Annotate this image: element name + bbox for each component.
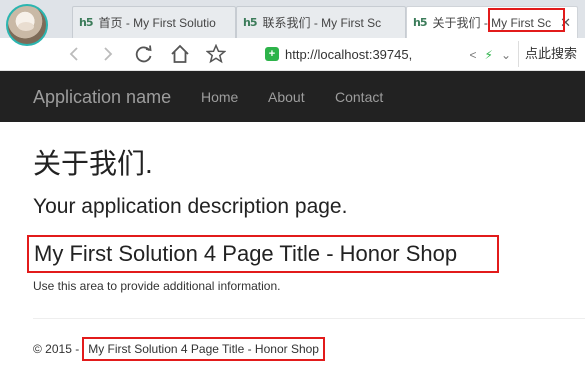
footer-title: My First Solution 4 Page Title - Honor S… xyxy=(82,337,325,361)
page-favicon-icon: h5 xyxy=(79,16,93,29)
tab-label: 首页 - My First Solutio xyxy=(98,16,216,30)
nav-link-home[interactable]: Home xyxy=(201,89,238,105)
tab-contact[interactable]: h5 联系我们 - My First Sc xyxy=(236,6,406,38)
tab-home[interactable]: h5 首页 - My First Solutio xyxy=(72,6,236,38)
browser-tabstrip: h5 首页 - My First Solutio h5 联系我们 - My Fi… xyxy=(0,0,585,46)
address-url: http://localhost:39745, xyxy=(285,46,413,62)
home-icon[interactable] xyxy=(168,42,192,66)
nav-link-about[interactable]: About xyxy=(268,89,305,105)
browser-toolbar: + http://localhost:39745, < ⚡ ⌄ 点此搜索 xyxy=(0,38,585,71)
footer-divider xyxy=(33,318,585,319)
solution-title: My First Solution 4 Page Title - Honor S… xyxy=(27,235,499,273)
site-navbar: Application name Home About Contact xyxy=(0,71,585,122)
solution-title-text: My First Solution 4 Page Title - Honor S… xyxy=(34,241,458,266)
address-tools: < ⚡ ⌄ xyxy=(469,48,511,62)
tab-title-highlight xyxy=(488,8,565,32)
lightning-icon[interactable]: ⚡ xyxy=(485,48,493,62)
nav-link-contact[interactable]: Contact xyxy=(335,89,383,105)
page-title: 关于我们. xyxy=(33,148,153,179)
tab-label: 联系我们 - My First Sc xyxy=(262,16,382,30)
user-avatar-icon[interactable] xyxy=(6,4,48,46)
page-footer: © 2015 - My First Solution 4 Page Title … xyxy=(33,337,325,361)
search-box[interactable]: 点此搜索 xyxy=(518,41,577,67)
page-favicon-icon: h5 xyxy=(413,16,427,29)
page-favicon-icon: h5 xyxy=(243,16,257,29)
page-description: Your application description page. xyxy=(33,195,348,218)
reload-icon[interactable] xyxy=(132,42,156,66)
chevron-down-icon[interactable]: ⌄ xyxy=(501,48,511,62)
back-arrow-icon[interactable] xyxy=(62,42,86,66)
share-icon[interactable]: < xyxy=(469,48,476,62)
navbar-brand[interactable]: Application name xyxy=(33,87,171,108)
info-text: Use this area to provide additional info… xyxy=(33,279,281,293)
address-bar[interactable]: + http://localhost:39745, < ⚡ ⌄ xyxy=(265,41,515,67)
forward-arrow-icon[interactable] xyxy=(96,42,120,66)
bookmark-star-icon[interactable] xyxy=(204,42,228,66)
secure-shield-icon: + xyxy=(265,47,279,61)
footer-copyright: © 2015 - xyxy=(33,342,80,356)
